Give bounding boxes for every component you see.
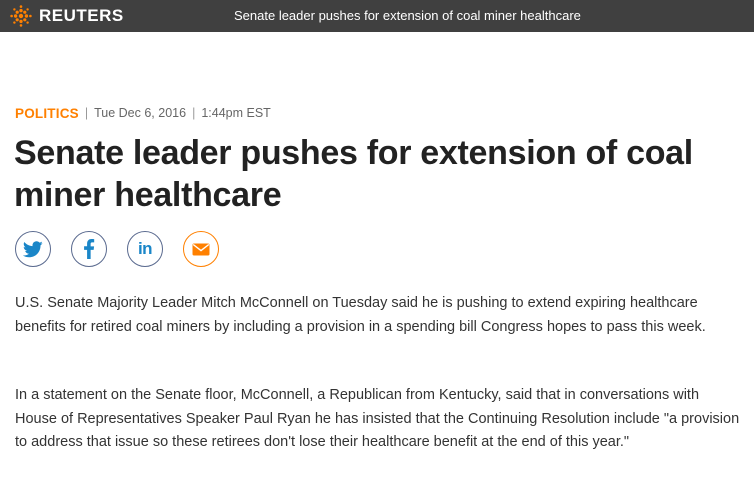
email-icon [192, 243, 210, 255]
article-paragraph: U.S. Senate Majority Leader Mitch McConn… [15, 295, 706, 335]
meta-divider: | [84, 106, 89, 120]
share-bar: in [15, 231, 239, 267]
reuters-logo-icon [10, 5, 32, 27]
article-time: 1:44pm EST [201, 106, 271, 120]
share-twitter-button[interactable] [15, 231, 51, 267]
share-facebook-button[interactable] [71, 231, 107, 267]
meta-divider: | [192, 106, 196, 120]
reuters-logo[interactable]: REUTERS [10, 0, 124, 32]
sticky-headline: Senate leader pushes for extension of co… [234, 8, 581, 23]
share-email-button[interactable] [183, 231, 219, 267]
facebook-icon [84, 239, 95, 259]
top-bar: REUTERS Senate leader pushes for extensi… [0, 0, 754, 32]
article-meta: POLITICS | Tue Dec 6, 2016 | 1:44pm EST [15, 104, 271, 122]
article-title: Senate leader pushes for extension of co… [14, 134, 693, 214]
share-linkedin-button[interactable]: in [127, 231, 163, 267]
article-paragraph: In a statement on the Senate floor, McCo… [15, 387, 740, 450]
brand-name: REUTERS [39, 6, 124, 25]
linkedin-icon: in [137, 239, 153, 258]
twitter-icon [23, 240, 43, 257]
article-date: Tue Dec 6, 2016 [94, 106, 187, 120]
section-link[interactable]: POLITICS [15, 106, 79, 121]
